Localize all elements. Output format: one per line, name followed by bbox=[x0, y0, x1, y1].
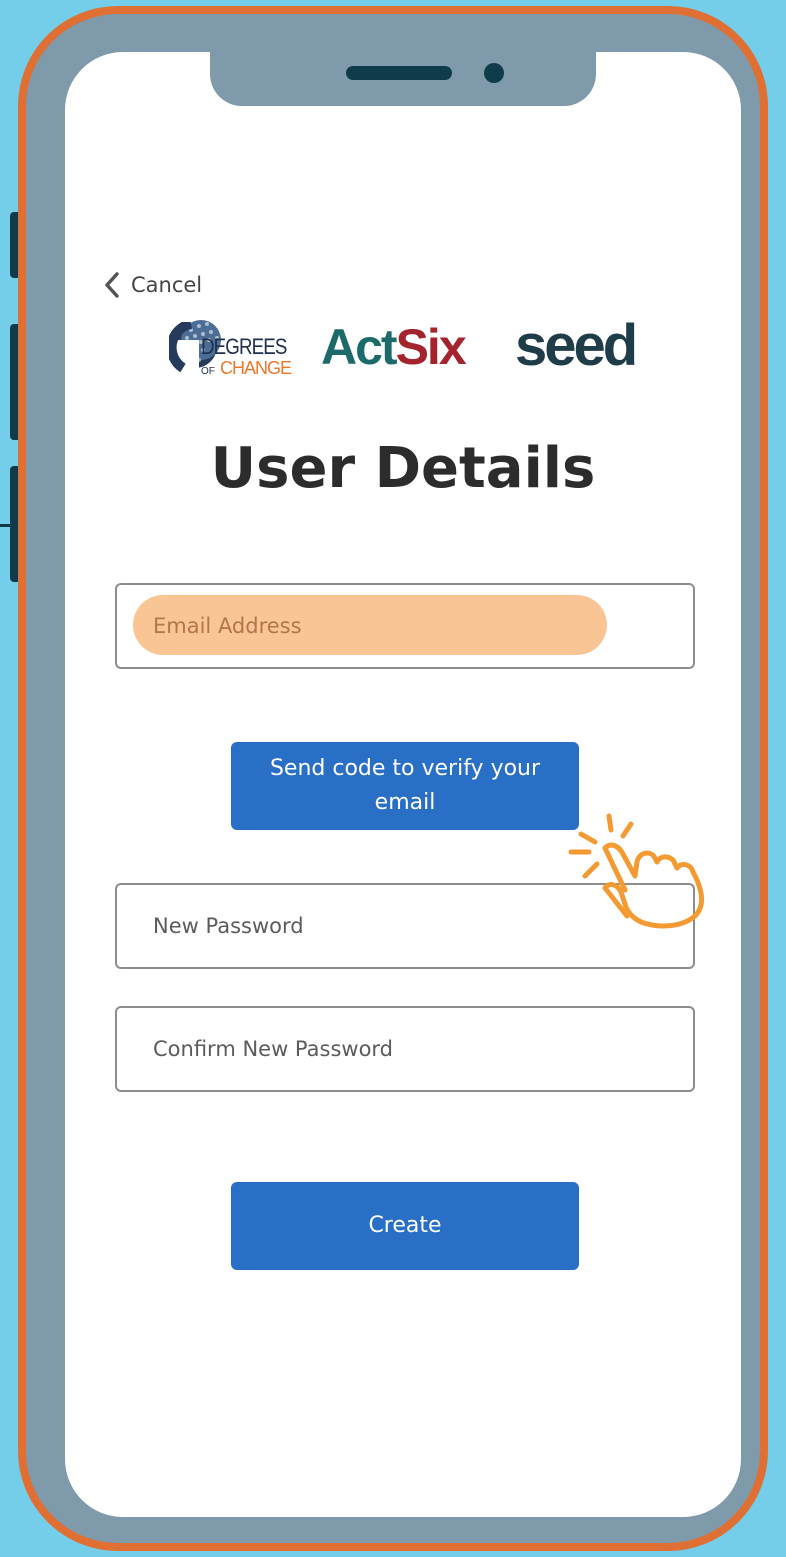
confirm-password-input[interactable] bbox=[153, 1029, 653, 1069]
send-code-button[interactable]: Send code to verify your email bbox=[231, 742, 579, 830]
phone-notch bbox=[210, 52, 596, 106]
logo-line1: DEGREES bbox=[201, 334, 287, 359]
logo-seed: seed bbox=[515, 312, 638, 379]
side-button-line bbox=[0, 524, 12, 527]
tap-hand-icon bbox=[568, 813, 704, 929]
front-camera bbox=[484, 63, 504, 83]
logo-actsix: ActSix bbox=[321, 318, 467, 376]
logo-line2: CHANGE bbox=[219, 358, 292, 378]
confirm-password-field[interactable] bbox=[115, 1006, 695, 1092]
logo-seed-text: seed bbox=[515, 313, 638, 378]
cancel-link[interactable]: Cancel bbox=[103, 270, 202, 300]
logo-actsix-act: Act bbox=[321, 319, 398, 375]
chevron-left-icon bbox=[105, 272, 119, 298]
cancel-label: Cancel bbox=[131, 273, 203, 297]
speaker-grille bbox=[346, 66, 452, 80]
logo-degrees-of-change: DEGREES OF CHANGE bbox=[169, 310, 292, 384]
email-input[interactable] bbox=[153, 606, 653, 646]
create-button[interactable]: Create bbox=[231, 1182, 579, 1270]
logo-actsix-six: Six bbox=[395, 319, 467, 375]
phone-screen: Cancel DEGREES OF CHANGE ActSix seed Use… bbox=[65, 52, 741, 1517]
page-title: User Details bbox=[210, 436, 596, 501]
logo-line2-small: OF bbox=[201, 366, 215, 377]
email-field[interactable] bbox=[115, 583, 695, 669]
